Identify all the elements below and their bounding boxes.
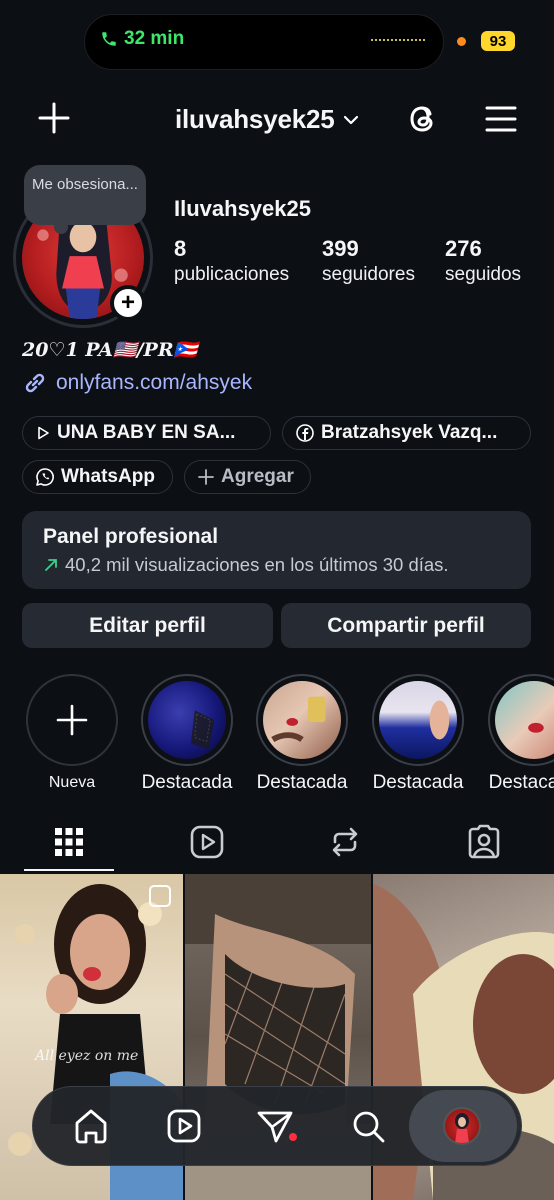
- chip-whatsapp[interactable]: WhatsApp: [22, 460, 173, 494]
- notification-dot: [289, 1133, 297, 1141]
- professional-dashboard[interactable]: Panel profesional 40,2 mil visualizacion…: [22, 511, 531, 589]
- search-icon[interactable]: [346, 1104, 390, 1148]
- grid-icon[interactable]: [49, 822, 89, 862]
- highlight-label: Destacada: [488, 772, 554, 793]
- reposts-icon[interactable]: [325, 822, 365, 862]
- highlight-item[interactable]: Destacada: [141, 674, 233, 794]
- bio-link-text: onlyfans.com/ahsyek: [56, 371, 253, 394]
- header-username: iluvahsyek25: [175, 104, 335, 134]
- stat-following[interactable]: 276 seguidos: [445, 236, 521, 286]
- active-tab-indicator: [24, 869, 114, 871]
- add-story-button[interactable]: +: [110, 285, 146, 321]
- share-profile-button[interactable]: Compartir perfil: [281, 603, 531, 648]
- phone-icon: [102, 32, 116, 46]
- audio-waveform: [370, 38, 426, 42]
- stat-posts[interactable]: 8 publicaciones: [174, 236, 289, 286]
- bio-text: 20♡1 PA🇺🇸/PR🇵🇷: [22, 339, 198, 361]
- chip-label: Bratzahsyek Vazq...: [321, 422, 498, 443]
- highlight-label: Destacada: [372, 772, 464, 793]
- facebook-icon: [296, 424, 314, 442]
- threads-icon[interactable]: [404, 100, 442, 138]
- menu-icon[interactable]: [484, 104, 518, 134]
- profile-note-bubble[interactable]: Me obsesiona...: [24, 165, 146, 234]
- call-duration: 32 min: [124, 28, 185, 49]
- whatsapp-icon: [36, 468, 54, 486]
- profile-note-text: Me obsesiona...: [32, 176, 138, 193]
- call-indicator[interactable]: 32 min: [100, 28, 184, 50]
- home-icon[interactable]: [69, 1104, 113, 1148]
- stat-label: publicaciones: [174, 264, 290, 285]
- stat-value: 8: [174, 236, 187, 261]
- highlight-label: Nueva: [48, 774, 96, 791]
- highlight-thumbnail: [271, 696, 326, 743]
- highlight-label: Destacada: [141, 772, 233, 793]
- recording-indicator: [457, 37, 466, 46]
- chip-label: WhatsApp: [61, 466, 155, 487]
- profile-tab-avatar[interactable]: [443, 1107, 481, 1145]
- display-name: Iluvahsyek25: [174, 196, 311, 221]
- highlight-new[interactable]: Nueva: [26, 674, 118, 792]
- highlight-item[interactable]: Destacada: [488, 674, 554, 794]
- stat-value: 399: [322, 236, 359, 261]
- chip-facebook[interactable]: Bratzahsyek Vazq...: [282, 416, 531, 450]
- highlight-thumbnail: [429, 700, 450, 740]
- post-caption: All eyez on me: [33, 1048, 138, 1064]
- direct-icon[interactable]: [253, 1104, 297, 1148]
- tagged-icon[interactable]: [464, 822, 504, 862]
- bio-link[interactable]: onlyfans.com/ahsyek: [22, 370, 252, 396]
- highlight-item[interactable]: Destacada: [372, 674, 464, 794]
- plus-icon: [198, 469, 214, 485]
- stat-label: seguidos: [445, 264, 522, 285]
- chevron-down-icon: [343, 115, 358, 124]
- stat-label: seguidores: [322, 264, 415, 285]
- chip-music[interactable]: UNA BABY EN SA...: [22, 416, 271, 450]
- avatar-illustration: [455, 1113, 469, 1143]
- edit-profile-button[interactable]: Editar perfil: [22, 603, 273, 648]
- highlight-thumbnail: [528, 722, 544, 733]
- account-switcher[interactable]: iluvahsyek25: [175, 104, 359, 135]
- panel-title: Panel profesional: [43, 525, 219, 548]
- play-icon: [38, 426, 49, 440]
- highlight-thumbnail: [190, 710, 215, 750]
- highlight-item[interactable]: Destacada: [256, 674, 348, 794]
- highlight-label: Destacada: [256, 772, 348, 793]
- stat-value: 276: [445, 236, 482, 261]
- trend-up-icon: [45, 559, 57, 571]
- battery-indicator: 93: [481, 31, 515, 51]
- reels-icon[interactable]: [187, 822, 227, 862]
- create-plus-icon[interactable]: [36, 100, 72, 136]
- chip-label: UNA BABY EN SA...: [57, 422, 236, 443]
- chip-label: Agregar: [221, 466, 294, 487]
- stat-followers[interactable]: 399 seguidores: [322, 236, 415, 286]
- chip-add[interactable]: Agregar: [184, 460, 311, 494]
- plus-icon: [56, 704, 88, 736]
- reels-icon[interactable]: [162, 1104, 206, 1148]
- link-icon: [25, 373, 45, 393]
- panel-subtitle: 40,2 mil visualizaciones en los últimos …: [65, 554, 449, 575]
